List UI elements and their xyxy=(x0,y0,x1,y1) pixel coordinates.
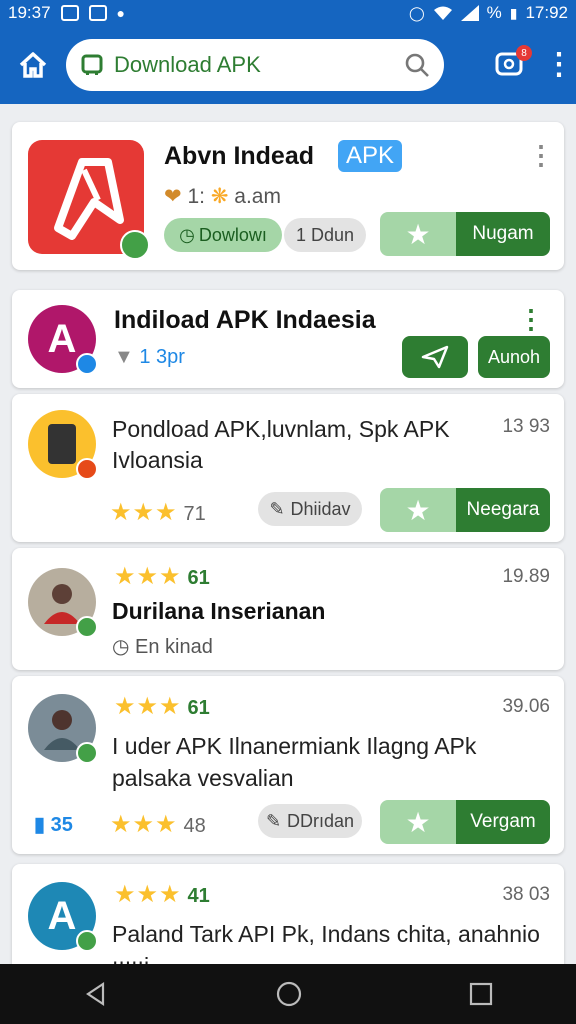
rating-value: 41 xyxy=(187,885,210,907)
star-icon: ★ xyxy=(380,800,456,844)
search-icon[interactable] xyxy=(404,52,430,78)
sun-icon: ❋ xyxy=(210,185,229,208)
gallery-icon xyxy=(60,5,79,21)
alarm-icon: ◯ xyxy=(408,5,425,21)
app-title: Indiload APK Indaesia xyxy=(114,306,376,334)
status-time-left: 19:37 xyxy=(8,3,51,22)
star-icon: ★ xyxy=(380,212,456,256)
timestamp: 13 93 xyxy=(502,416,550,437)
size-chip: 1 Ddun xyxy=(284,218,366,252)
search-input[interactable] xyxy=(114,52,404,78)
card-menu-icon[interactable]: ⋮ xyxy=(528,142,554,168)
rating-value: 71 xyxy=(183,503,206,525)
rate-action-button[interactable]: ★ Neegara xyxy=(380,488,550,532)
app-card-3[interactable]: Pondload APK,luvnlam, Spk APK Ivloansia … xyxy=(12,394,564,542)
send-icon xyxy=(421,345,449,369)
card-menu-icon[interactable]: ⋮ xyxy=(518,306,544,332)
like-count: ▮ 35 xyxy=(34,814,73,836)
timestamp: 38 03 xyxy=(502,884,550,905)
star-icon: ★ xyxy=(380,488,456,532)
rating-stars-top: ★★★ 61 xyxy=(114,693,210,720)
android-icon xyxy=(81,54,103,75)
app-card-1[interactable]: Abvn Indead APK ⋮ ❤ 1: ❋ a.am ◷ Dowlowı … xyxy=(12,122,564,270)
app-avatar: A xyxy=(28,305,98,375)
verified-badge-icon xyxy=(76,616,98,638)
apk-tag: APK xyxy=(338,140,403,172)
app-logo-red xyxy=(28,140,150,260)
home-nav-icon[interactable] xyxy=(275,980,303,1008)
verified-badge-icon xyxy=(76,742,98,764)
app-description: Pondload APK,luvnlam, Spk APK Ivloansia xyxy=(112,416,450,473)
app-meta: ❤ 1: ❋ a.am xyxy=(164,185,281,208)
app-meta: ▼ 1 3pr xyxy=(114,346,185,368)
thumb-icon: ▮ xyxy=(34,814,46,836)
rating-stars: ★★★ 41 xyxy=(114,881,210,908)
person-icon xyxy=(44,710,80,750)
rating-value: 61 xyxy=(187,567,210,589)
phone-icon xyxy=(48,424,76,464)
verified-badge-icon xyxy=(120,230,150,260)
battery-percent: % xyxy=(486,3,502,22)
user-name: Durilana Inserianan xyxy=(112,598,326,624)
download-chip[interactable]: ◷ Dowlowı xyxy=(164,218,282,252)
clock-icon: ◷ xyxy=(179,224,195,245)
status-bar: 19:37 ● ◯ % ▮ 17:92 xyxy=(0,0,576,26)
search-bar[interactable] xyxy=(66,39,444,91)
photo-icon xyxy=(88,5,107,21)
overflow-menu-icon[interactable]: ⋮ xyxy=(544,50,574,80)
user-subtitle: ◷ En kinad xyxy=(112,636,213,658)
app-card-2[interactable]: A Indiload APK Indaesia ▼ 1 3pr ⋮ Aunoh xyxy=(12,290,564,388)
person-icon xyxy=(44,584,80,624)
rating-stars: ★★★ 48 xyxy=(110,811,206,838)
app-avatar: A xyxy=(28,882,98,952)
notification-button[interactable]: 8 xyxy=(492,45,532,83)
rating-value: 48 xyxy=(183,815,206,837)
app-title: Abvn Indead xyxy=(164,142,315,170)
edit-icon: ✎ xyxy=(269,498,285,519)
edit-icon: ✎ xyxy=(265,810,282,831)
download-chip[interactable]: ✎ DDrıdan xyxy=(258,804,362,838)
recents-icon[interactable] xyxy=(469,982,493,1006)
user-avatar xyxy=(28,568,98,638)
rate-action-button[interactable]: ★ Vergam xyxy=(380,800,550,844)
verified-badge-icon xyxy=(76,930,98,952)
home-button[interactable] xyxy=(12,44,54,86)
wifi-icon xyxy=(433,6,452,20)
clock-icon: ◷ xyxy=(112,636,130,658)
notification-badge: 8 xyxy=(516,45,532,61)
user-avatar xyxy=(28,694,98,764)
signal-icon xyxy=(460,5,479,21)
app-card-4[interactable]: ★★★ 61 19.89 Durilana Inserianan ◷ En kin… xyxy=(12,548,564,670)
status-time-right: 17:92 xyxy=(525,3,568,22)
rate-action-button[interactable]: ★ Nugam xyxy=(380,212,550,256)
launch-button[interactable]: Aunoh xyxy=(478,336,550,378)
share-button[interactable] xyxy=(402,336,468,378)
lock-icon: ● xyxy=(116,5,126,21)
timestamp: 19.89 xyxy=(502,566,550,587)
rating-value: 61 xyxy=(187,697,210,719)
app-description: I uder APK Ilnanermiank Ilagng APk palsa… xyxy=(112,733,477,791)
download-chip[interactable]: ✎ Dhiidav xyxy=(258,492,362,526)
app-bar: 8 ⋮ xyxy=(0,26,576,104)
play-badge-icon xyxy=(76,458,98,480)
app-avatar xyxy=(28,410,98,480)
rating-stars: ★★★ 61 xyxy=(114,563,210,590)
rating-stars: ★★★ 71 xyxy=(110,499,206,526)
system-nav-bar xyxy=(0,964,576,1024)
pin-icon: ▼ xyxy=(114,346,134,368)
back-icon[interactable] xyxy=(83,981,109,1007)
timestamp: 39.06 xyxy=(502,696,550,717)
battery-icon: ▮ xyxy=(509,5,518,21)
verified-badge-icon xyxy=(76,353,98,375)
app-card-5[interactable]: ★★★ 61 39.06 I uder APK Ilnanermiank Ilag… xyxy=(12,676,564,854)
home-icon xyxy=(19,52,47,78)
heart-icon: ❤ xyxy=(164,185,182,208)
